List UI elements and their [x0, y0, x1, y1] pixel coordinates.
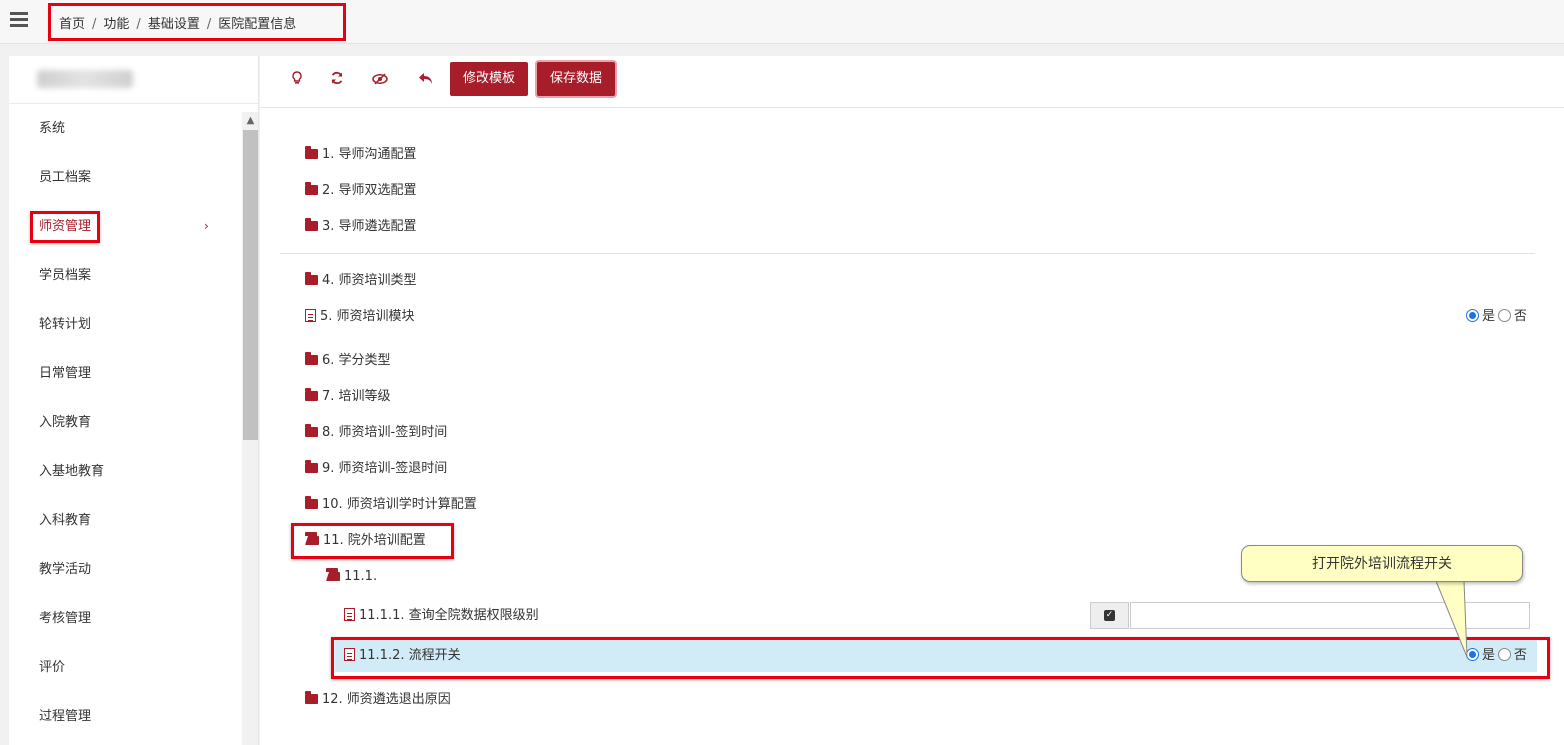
- radio-no-label: 否: [1513, 309, 1527, 324]
- file-icon: [344, 648, 355, 661]
- sidebar-user: [9, 56, 258, 104]
- breadcrumb-separator: /: [136, 17, 141, 32]
- tree-node[interactable]: 10. 师资培训学时计算配置: [0, 487, 1280, 523]
- tree-node[interactable]: 6. 学分类型: [0, 343, 1280, 379]
- tree-node-label: 11.1.: [344, 569, 378, 584]
- tree-node[interactable]: 5. 师资培训模块 是否: [0, 299, 1536, 335]
- tree-node[interactable]: 7. 培训等级: [0, 379, 1280, 415]
- save-data-button[interactable]: 保存数据: [537, 62, 616, 96]
- folder-open-icon: [305, 532, 319, 545]
- tree-node-label: 6. 学分类型: [322, 353, 391, 368]
- tree-node[interactable]: 12. 师资遴选退出原因: [0, 682, 1280, 718]
- tree-node-label: 2. 导师双选配置: [322, 183, 417, 198]
- tree-node-expanded[interactable]: 11.1.: [0, 559, 1280, 595]
- tree-node-label: 5. 师资培训模块: [320, 309, 415, 324]
- folder-icon: [305, 218, 318, 231]
- radio-yes-label: 是: [1481, 309, 1495, 324]
- tree-node[interactable]: 9. 师资培训-签退时间: [0, 451, 1280, 487]
- lightbulb-icon[interactable]: [286, 70, 308, 92]
- tree-node[interactable]: 2. 导师双选配置: [0, 173, 1280, 209]
- tree-node-label: 11.1.1. 查询全院数据权限级别: [359, 608, 539, 623]
- tree-node[interactable]: 4. 师资培训类型: [0, 263, 1280, 299]
- tree-node-label: 3. 导师遴选配置: [322, 219, 417, 234]
- edit-template-button[interactable]: 修改模板: [450, 62, 529, 96]
- radio-yes-label: 是: [1481, 648, 1495, 663]
- tree-node-label: 9. 师资培训-签退时间: [322, 461, 448, 476]
- tree-node-label: 11. 院外培训配置: [323, 533, 426, 548]
- tree-node-label: 10. 师资培训学时计算配置: [322, 497, 477, 512]
- toolbar: 修改模板 保存数据: [260, 56, 1564, 108]
- tree-node-expanded[interactable]: 11. 院外培训配置: [0, 523, 1280, 559]
- tree-node-label: 8. 师资培训-签到时间: [322, 425, 448, 440]
- radio-group-yes-no: 是否: [1465, 299, 1530, 335]
- data-scope-checkbox[interactable]: ✓: [1090, 602, 1129, 629]
- radio-no-label: 否: [1513, 648, 1527, 663]
- breadcrumb: 首页 / 功能 / 基础设置 / 医院配置信息: [48, 3, 346, 41]
- breadcrumb-separator: /: [92, 17, 97, 32]
- tree-node-label: 4. 师资培训类型: [322, 273, 417, 288]
- tree-node[interactable]: 3. 导师遴选配置: [0, 209, 1280, 245]
- top-bar: 首页 / 功能 / 基础设置 / 医院配置信息: [0, 0, 1564, 44]
- tree-node-label: 7. 培训等级: [322, 389, 391, 404]
- refresh-icon[interactable]: [326, 70, 348, 92]
- blurred-username: [37, 70, 133, 88]
- tree-node[interactable]: 11.1.1. 查询全院数据权限级别: [0, 598, 1280, 634]
- breadcrumb-home[interactable]: 首页: [59, 17, 85, 32]
- file-icon: [305, 309, 316, 322]
- folder-icon: [305, 460, 318, 473]
- file-icon: [344, 608, 355, 621]
- folder-open-icon: [326, 568, 340, 581]
- eye-slash-icon[interactable]: [369, 70, 391, 92]
- checkbox-checked-icon: ✓: [1104, 610, 1115, 621]
- callout-tooltip: 打开院外培训流程开关: [1241, 545, 1523, 582]
- breadcrumb-separator: /: [206, 17, 212, 32]
- undo-icon[interactable]: [414, 70, 436, 92]
- tree-node[interactable]: 1. 导师沟通配置: [0, 137, 1280, 173]
- callout-pointer: [1435, 580, 1468, 658]
- folder-icon: [305, 182, 318, 195]
- tree-node-selected[interactable]: 11.1.2. 流程开关 是否: [0, 638, 1536, 674]
- tree-node[interactable]: 8. 师资培训-签到时间: [0, 415, 1280, 451]
- radio-yes[interactable]: [1465, 309, 1479, 322]
- radio-group-yes-no: 是否: [1465, 638, 1530, 674]
- sidebar-item-label: 系统: [39, 121, 66, 136]
- tree-node-label: 1. 导师沟通配置: [322, 147, 417, 162]
- hamburger-icon[interactable]: [10, 12, 28, 28]
- radio-no[interactable]: [1497, 648, 1511, 661]
- folder-icon: [305, 146, 318, 159]
- scroll-up-arrow-icon[interactable]: ▲: [242, 112, 258, 130]
- breadcrumb-function[interactable]: 功能: [103, 17, 129, 32]
- folder-icon: [305, 272, 318, 285]
- tree-node-label: 11.1.2. 流程开关: [359, 648, 461, 663]
- folder-icon: [305, 496, 318, 509]
- radio-no[interactable]: [1497, 309, 1511, 322]
- divider: [280, 253, 1535, 254]
- folder-icon: [305, 388, 318, 401]
- folder-icon: [305, 352, 318, 365]
- breadcrumb-basic-settings[interactable]: 基础设置: [148, 17, 200, 32]
- tree-node-label: 12. 师资遴选退出原因: [322, 692, 451, 707]
- folder-icon: [305, 424, 318, 437]
- breadcrumb-hospital-config: 医院配置信息: [218, 17, 297, 32]
- folder-icon: [305, 691, 318, 704]
